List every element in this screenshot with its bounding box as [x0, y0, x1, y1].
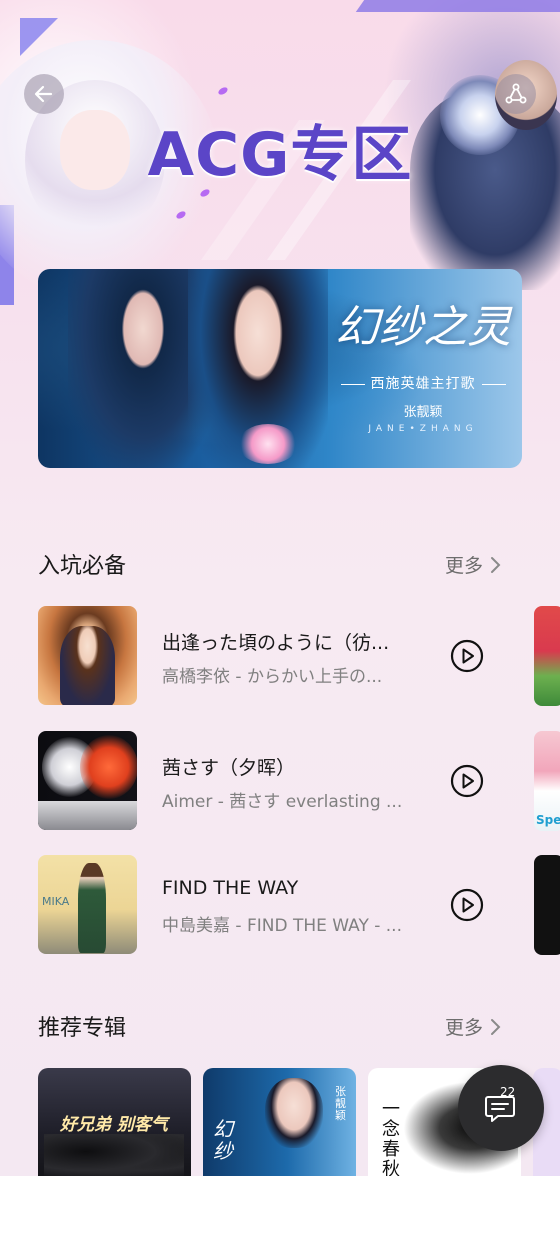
song-subtitle: Aimer - 茜さす everlasting ... — [162, 792, 403, 812]
play-button[interactable] — [450, 639, 484, 673]
song-subtitle: 高橋李依 - からかい上手の... — [162, 667, 383, 687]
album-title-art: 一念春秋 — [382, 1099, 400, 1177]
arrow-left-icon — [34, 85, 53, 103]
song-title: 茜さす（夕晖） — [162, 757, 296, 779]
promo-banner[interactable]: 幻纱之灵 西施英雄主打歌 张靓颖 JANE•ZHANG — [38, 269, 522, 468]
section-title-essentials: 入坑必备 — [38, 554, 127, 579]
more-link-albums[interactable]: 更多 — [445, 1013, 503, 1040]
song-cover — [38, 731, 137, 830]
song-title: FIND THE WAY — [162, 877, 299, 899]
cover-ground — [38, 801, 137, 830]
more-label: 更多 — [445, 555, 484, 577]
banner-art-lotus — [238, 424, 298, 464]
album-artist-art: 张靓颖 — [335, 1085, 346, 1122]
app-screen: ACG专区 幻纱之灵 西施英雄主打歌 张靓颖 JANE•ZHANG 入坑必备 更… — [0, 0, 560, 1176]
song-cover — [38, 606, 137, 705]
album-face — [265, 1078, 323, 1148]
chevron-right-icon — [491, 1018, 501, 1035]
banner-title: 幻纱之灵 — [335, 302, 511, 353]
cover-tree-red — [80, 735, 137, 799]
album-card[interactable]: 好兄弟 别客气 — [38, 1068, 191, 1176]
album-title-art: 幻纱 — [213, 1117, 233, 1163]
share-icon — [505, 83, 527, 104]
more-label: 更多 — [445, 1017, 484, 1039]
song-subtitle: 中島美嘉 - FIND THE WAY - ... — [162, 916, 402, 936]
decor-stripe — [355, 0, 560, 12]
next-song-peek[interactable] — [534, 855, 560, 955]
chevron-right-icon — [491, 556, 501, 573]
next-song-peek[interactable] — [534, 606, 560, 706]
section-title-albums: 推荐专辑 — [38, 1016, 127, 1041]
cover-text: MIKA — [42, 895, 70, 908]
banner-artist-latin: JANE•ZHANG — [368, 424, 478, 434]
banner-artist: 张靓颖 — [403, 405, 443, 420]
more-link-essentials[interactable]: 更多 — [445, 551, 503, 578]
album-figures — [44, 1134, 184, 1176]
song-row[interactable]: 出逢った頃のように（彷... 高橋李依 - からかい上手の... — [38, 606, 518, 706]
play-button[interactable] — [450, 764, 484, 798]
album-card[interactable]: 幻纱 张靓颖 — [203, 1068, 356, 1176]
comment-button[interactable]: 22 — [458, 1065, 544, 1151]
song-cover: MIKA — [38, 855, 137, 954]
comment-count: 22 — [500, 1085, 516, 1099]
song-title: 出逢った頃のように（彷... — [162, 632, 390, 654]
page-title: ACG专区 — [147, 120, 413, 190]
peek-label: Spe — [536, 813, 560, 827]
song-row[interactable]: MIKA FIND THE WAY 中島美嘉 - FIND THE WAY - … — [38, 855, 518, 955]
cover-figure — [78, 863, 106, 953]
play-button[interactable] — [450, 888, 484, 922]
song-row[interactable]: 茜さす（夕晖） Aimer - 茜さす everlasting ... — [38, 731, 518, 831]
banner-subtitle: 西施英雄主打歌 — [328, 373, 518, 393]
album-title-art: 好兄弟 别客气 — [60, 1115, 168, 1135]
cover-figure — [60, 626, 115, 705]
next-song-peek[interactable]: Spe — [534, 731, 560, 831]
